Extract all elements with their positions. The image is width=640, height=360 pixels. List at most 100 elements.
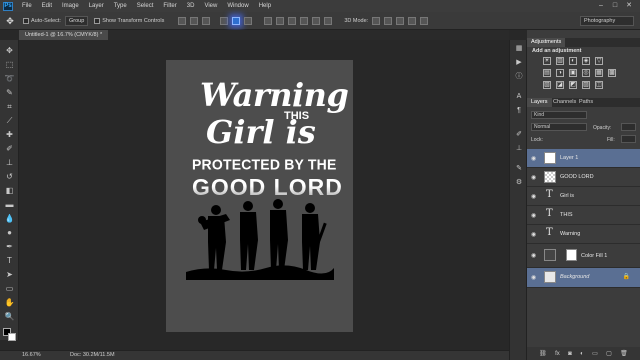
threshold-icon[interactable]: ◩	[569, 81, 577, 89]
vibrance-icon[interactable]: ▽	[595, 57, 603, 65]
dodge-tool-icon[interactable]: ●	[4, 228, 15, 238]
menu-help[interactable]: Help	[254, 3, 276, 9]
curves-icon[interactable]: ◐	[569, 57, 577, 65]
blend-mode-dropdown[interactable]: Normal	[531, 123, 587, 131]
distribute-vcenter-button[interactable]	[276, 16, 285, 25]
levels-icon[interactable]: ▥	[556, 57, 564, 65]
opacity-field[interactable]	[621, 123, 636, 131]
tab-layers[interactable]: Layers	[527, 98, 552, 107]
new-group-icon[interactable]: ▭	[592, 350, 598, 357]
align-bottom-button[interactable]	[202, 16, 211, 25]
tab-adjustments[interactable]: Adjustments	[527, 38, 566, 47]
color-lookup-icon[interactable]: ▩	[608, 69, 616, 77]
actions-icon[interactable]: ▶	[514, 58, 524, 68]
background-color-swatch[interactable]	[8, 333, 16, 341]
menu-view[interactable]: View	[199, 3, 222, 9]
black-white-icon[interactable]: ▣	[569, 69, 577, 77]
eraser-tool-icon[interactable]: ◧	[4, 186, 15, 196]
menu-layer[interactable]: Layer	[84, 3, 109, 9]
channel-mixer-icon[interactable]: ▦	[595, 69, 603, 77]
gradient-tool-icon[interactable]: ▬	[4, 200, 15, 210]
menu-type[interactable]: Type	[109, 3, 132, 9]
layer-row-good-lord[interactable]: ◉ GOOD LORD	[527, 168, 640, 187]
3d-roll-button[interactable]	[384, 16, 393, 25]
align-vcenter-button[interactable]	[190, 16, 199, 25]
hand-tool-icon[interactable]: ✋	[4, 298, 15, 308]
3d-scale-button[interactable]	[420, 16, 429, 25]
menu-file[interactable]: File	[17, 3, 37, 9]
add-mask-icon[interactable]: ◙	[568, 351, 572, 357]
posterize-icon[interactable]: ◪	[556, 81, 564, 89]
clone-source-icon[interactable]: ⊥	[514, 144, 524, 154]
document-tab[interactable]: Untitled-1 @ 16.7% (CMYK/8) *	[19, 30, 109, 40]
path-select-tool-icon[interactable]: ➤	[4, 270, 15, 280]
photo-filter-icon[interactable]: ◎	[582, 69, 590, 77]
crop-tool-icon[interactable]: ⌗	[4, 102, 15, 112]
brightness-contrast-icon[interactable]: ☀	[543, 57, 551, 65]
distribute-bottom-button[interactable]	[288, 16, 297, 25]
menu-window[interactable]: Window	[222, 3, 253, 9]
tool-presets-icon[interactable]: ✎	[514, 164, 524, 174]
layer-row-this[interactable]: ◉ T THIS	[527, 206, 640, 225]
invert-icon[interactable]: ▧	[543, 81, 551, 89]
info-icon[interactable]: ⓘ	[514, 72, 524, 82]
hue-saturation-icon[interactable]: ▤	[543, 69, 551, 77]
close-button[interactable]: ✕	[624, 1, 634, 10]
history-brush-tool-icon[interactable]: ↺	[4, 172, 15, 182]
visibility-eye-icon[interactable]: ◉	[531, 274, 536, 281]
timeline-icon[interactable]: ⚙	[514, 178, 524, 188]
type-tool-icon[interactable]: T	[4, 256, 15, 266]
quick-select-tool-icon[interactable]: ✎	[4, 88, 15, 98]
align-hcenter-button[interactable]	[232, 16, 241, 25]
paragraph-icon[interactable]: ¶	[514, 106, 524, 116]
align-right-button[interactable]	[244, 16, 253, 25]
brush-panel-icon[interactable]: ✐	[514, 130, 524, 140]
distribute-hcenter-button[interactable]	[312, 16, 321, 25]
menu-image[interactable]: Image	[57, 3, 84, 9]
auto-select-dropdown[interactable]: Group	[64, 15, 89, 26]
distribute-top-button[interactable]	[264, 16, 273, 25]
pen-tool-icon[interactable]: ✒	[4, 242, 15, 252]
link-layers-icon[interactable]: ⛓	[539, 350, 547, 357]
layer-row-color-fill-1[interactable]: ◉ Color Fill 1	[527, 244, 640, 268]
move-tool-icon[interactable]: ✥	[3, 15, 17, 27]
menu-filter[interactable]: Filter	[158, 3, 181, 9]
menu-3d[interactable]: 3D	[182, 3, 200, 9]
layer-row-girl-is[interactable]: ◉ T Girl is	[527, 187, 640, 206]
character-icon[interactable]: A	[514, 92, 524, 102]
zoom-tool-icon[interactable]: 🔍	[4, 312, 15, 322]
workspace-dropdown[interactable]: Photography	[580, 16, 634, 26]
layer-style-icon[interactable]: fx	[555, 351, 560, 357]
healing-tool-icon[interactable]: ✚	[4, 130, 15, 140]
shape-tool-icon[interactable]: ▭	[4, 284, 15, 294]
gradient-map-icon[interactable]: ▨	[582, 81, 590, 89]
new-layer-icon[interactable]: ▢	[606, 350, 612, 357]
distribute-left-button[interactable]	[300, 16, 309, 25]
align-left-button[interactable]	[220, 16, 229, 25]
3d-slide-button[interactable]	[408, 16, 417, 25]
visibility-eye-icon[interactable]: ◉	[531, 193, 536, 200]
visibility-eye-icon[interactable]: ◉	[531, 174, 536, 181]
distribute-right-button[interactable]	[324, 16, 333, 25]
move-tool-icon[interactable]: ✥	[4, 46, 15, 56]
3d-pan-button[interactable]	[396, 16, 405, 25]
zoom-level[interactable]: 16.67%	[22, 351, 41, 360]
menu-edit[interactable]: Edit	[37, 3, 57, 9]
layer-row-layer-1[interactable]: ◉ Layer 1	[527, 149, 640, 168]
exposure-icon[interactable]: ◈	[582, 57, 590, 65]
auto-select-checkbox[interactable]	[23, 17, 29, 24]
layer-row-warning[interactable]: ◉ T Warning	[527, 225, 640, 244]
blur-tool-icon[interactable]: 💧	[4, 214, 15, 224]
clone-stamp-tool-icon[interactable]: ⊥	[4, 158, 15, 168]
layer-row-background[interactable]: ◉ Background 🔒	[527, 268, 640, 288]
lasso-tool-icon[interactable]: ➰	[4, 74, 15, 84]
show-transform-checkbox[interactable]	[94, 17, 101, 24]
layer-kind-filter[interactable]: Kind	[531, 111, 587, 119]
minimize-button[interactable]: –	[596, 1, 606, 10]
selective-color-icon[interactable]: ◫	[595, 81, 603, 89]
history-icon[interactable]: ▦	[514, 44, 524, 54]
marquee-tool-icon[interactable]: ⬚	[4, 60, 15, 70]
eyedropper-tool-icon[interactable]: ⟋	[4, 116, 15, 126]
color-balance-icon[interactable]: ◑	[556, 69, 564, 77]
visibility-eye-icon[interactable]: ◉	[531, 231, 536, 238]
